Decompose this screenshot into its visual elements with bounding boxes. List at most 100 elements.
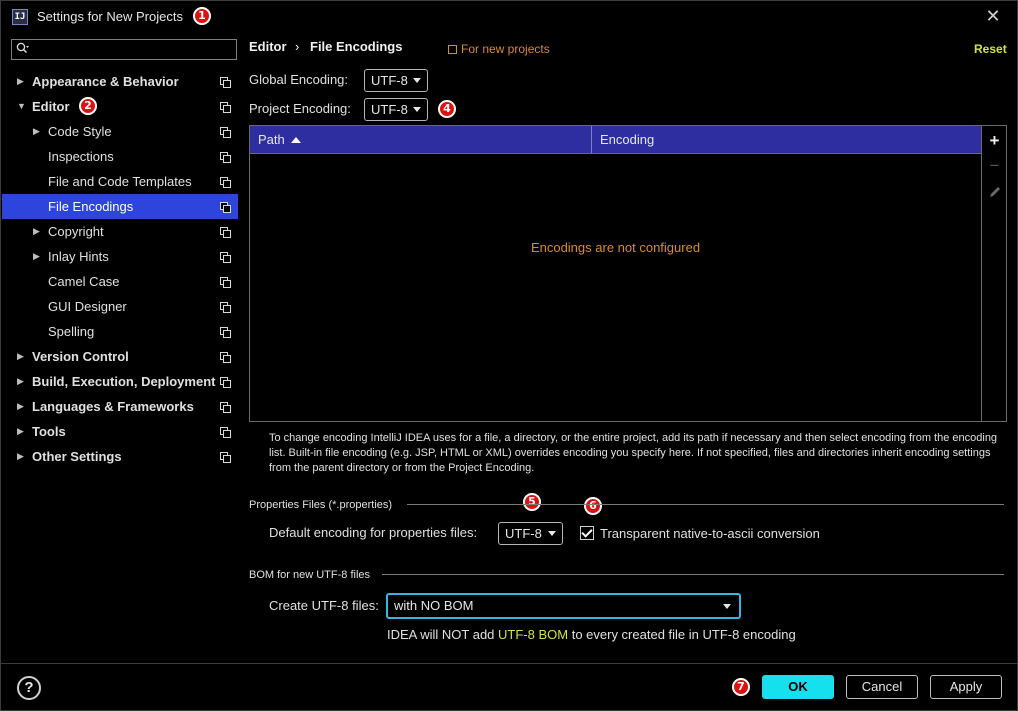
settings-tree: ▶ Appearance & Behavior ▼ Editor ▶ Code Style… — [2, 69, 238, 469]
cancel-button[interactable]: Cancel — [846, 675, 918, 699]
sidebar-item-file-and-code-templates[interactable]: File and Code Templates — [2, 169, 238, 194]
column-header-encoding[interactable]: Encoding — [592, 126, 981, 153]
sidebar-item-label: Appearance & Behavior — [32, 74, 179, 89]
edit-icon[interactable] — [982, 179, 1007, 204]
project-settings-icon — [220, 352, 231, 363]
sidebar-item-label: Code Style — [48, 124, 112, 139]
reset-link[interactable]: Reset — [974, 42, 1007, 56]
create-utf8-label: Create UTF-8 files: — [269, 598, 379, 613]
chevron-down-icon — [548, 531, 556, 536]
properties-encoding-select[interactable]: UTF-8 — [498, 522, 563, 545]
collapsed-arrow-icon[interactable]: ▶ — [33, 244, 40, 269]
sidebar-item-camel-case[interactable]: Camel Case — [2, 269, 238, 294]
breadcrumb-current: File Encodings — [310, 39, 403, 54]
callout-badge-1: 1 — [193, 7, 211, 25]
table-empty-message: Encodings are not configured — [530, 240, 701, 255]
collapsed-arrow-icon[interactable]: ▶ — [17, 444, 24, 469]
expanded-arrow-icon[interactable]: ▼ — [17, 94, 26, 119]
project-encoding-select[interactable]: UTF-8 — [364, 98, 428, 121]
column-header-path[interactable]: Path — [250, 126, 591, 153]
sidebar-item-appearance-behavior[interactable]: ▶ Appearance & Behavior — [2, 69, 238, 94]
sidebar-item-languages-frameworks[interactable]: ▶ Languages & Frameworks — [2, 394, 238, 419]
sidebar-item-code-style[interactable]: ▶ Code Style — [2, 119, 238, 144]
project-settings-icon — [220, 102, 231, 113]
add-icon[interactable]: + — [982, 128, 1007, 153]
sidebar-item-tools[interactable]: ▶ Tools — [2, 419, 238, 444]
collapsed-arrow-icon[interactable]: ▶ — [17, 344, 24, 369]
intellij-app-icon: IJ — [12, 9, 28, 25]
project-settings-icon — [220, 302, 231, 313]
help-icon[interactable]: ? — [17, 676, 41, 700]
encoding-help-text: To change encoding IntelliJ IDEA uses fo… — [269, 432, 998, 474]
collapsed-arrow-icon[interactable]: ▶ — [33, 119, 40, 144]
sidebar-item-label: Inspections — [48, 149, 114, 164]
project-encoding-label: Project Encoding: — [249, 101, 351, 116]
project-settings-icon — [220, 327, 231, 338]
sidebar-item-label: Other Settings — [32, 449, 122, 464]
collapsed-arrow-icon[interactable]: ▶ — [17, 69, 24, 94]
project-settings-icon — [220, 252, 231, 263]
bom-note-prefix: IDEA will NOT add — [387, 627, 499, 642]
sidebar-item-spelling[interactable]: Spelling — [2, 319, 238, 344]
settings-search-input[interactable] — [11, 39, 237, 60]
project-settings-icon — [220, 277, 231, 288]
project-settings-icon — [220, 227, 231, 238]
project-encoding-value: UTF-8 — [371, 102, 408, 117]
footer-divider — [1, 663, 1017, 664]
chevron-down-icon — [723, 604, 731, 609]
collapsed-arrow-icon[interactable]: ▶ — [17, 419, 24, 444]
properties-section-divider — [407, 504, 1004, 505]
sidebar-item-label: Languages & Frameworks — [32, 399, 194, 414]
sidebar-item-gui-designer[interactable]: GUI Designer — [2, 294, 238, 319]
sidebar-item-other-settings[interactable]: ▶ Other Settings — [2, 444, 238, 469]
breadcrumb-separator: › — [295, 39, 300, 54]
bom-section-divider — [382, 574, 1004, 575]
project-settings-icon — [220, 177, 231, 188]
ok-button[interactable]: OK — [762, 675, 834, 699]
collapsed-arrow-icon[interactable]: ▶ — [17, 369, 24, 394]
sidebar-item-label: Inlay Hints — [48, 249, 109, 264]
sidebar-item-inspections[interactable]: Inspections — [2, 144, 238, 169]
breadcrumb-parent[interactable]: Editor — [249, 39, 287, 54]
bom-note: IDEA will NOT add UTF-8 BOM to every cre… — [387, 627, 796, 642]
sidebar-item-label: Camel Case — [48, 274, 120, 289]
properties-default-label: Default encoding for properties files: — [269, 525, 478, 540]
apply-button[interactable]: Apply — [930, 675, 1002, 699]
remove-icon[interactable]: − — [982, 153, 1007, 178]
sidebar-item-label: Tools — [32, 424, 66, 439]
global-encoding-value: UTF-8 — [371, 73, 408, 88]
project-settings-icon — [220, 202, 231, 213]
sidebar-item-label: File Encodings — [48, 199, 134, 214]
sidebar-item-editor[interactable]: ▼ Editor — [2, 94, 238, 119]
collapsed-arrow-icon[interactable]: ▶ — [33, 219, 40, 244]
collapsed-arrow-icon[interactable]: ▶ — [17, 394, 24, 419]
path-encoding-table: Path Encoding Encodings are not configur… — [249, 125, 1007, 422]
sidebar-item-inlay-hints[interactable]: ▶ Inlay Hints — [2, 244, 238, 269]
bom-section-title: BOM for new UTF-8 files — [249, 569, 371, 581]
project-settings-icon — [220, 127, 231, 138]
sidebar-item-label: Spelling — [48, 324, 95, 339]
project-scope-icon — [448, 45, 457, 54]
callout-badge-5: 5 — [523, 493, 541, 511]
close-icon[interactable]: ✕ — [984, 6, 1002, 26]
bom-select-value: with NO BOM — [394, 598, 474, 613]
global-encoding-select[interactable]: UTF-8 — [364, 69, 428, 92]
sidebar-item-label: Editor — [32, 99, 70, 114]
sidebar-item-build-execution-deployment[interactable]: ▶ Build, Execution, Deployment — [2, 369, 238, 394]
sidebar-item-version-control[interactable]: ▶ Version Control — [2, 344, 238, 369]
native-to-ascii-checkbox[interactable] — [580, 526, 594, 540]
project-settings-icon — [220, 152, 231, 163]
properties-section-title: Properties Files (*.properties) — [249, 499, 393, 511]
sidebar-item-label: Version Control — [32, 349, 129, 364]
native-to-ascii-label[interactable]: Transparent native-to-ascii conversion — [600, 526, 820, 541]
bom-note-highlight[interactable]: UTF-8 BOM — [498, 627, 568, 642]
sort-ascending-icon — [290, 137, 301, 143]
sidebar-item-label: Build, Execution, Deployment — [32, 374, 216, 389]
title-bar: IJ Settings for New Projects ✕ — [1, 1, 1017, 33]
column-encoding-label: Encoding — [600, 132, 655, 147]
sidebar-item-label: File and Code Templates — [48, 174, 192, 189]
sidebar-item-file-encodings[interactable]: File Encodings — [2, 194, 238, 219]
chevron-down-icon — [413, 78, 421, 83]
bom-select[interactable]: with NO BOM — [386, 593, 741, 619]
sidebar-item-copyright[interactable]: ▶ Copyright — [2, 219, 238, 244]
